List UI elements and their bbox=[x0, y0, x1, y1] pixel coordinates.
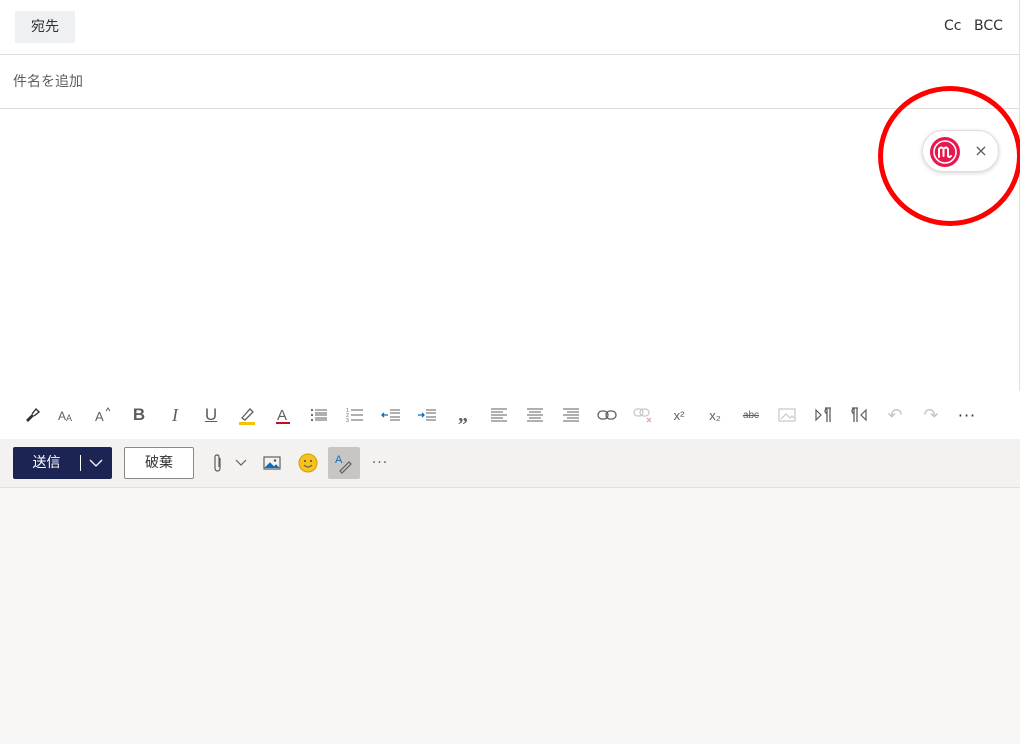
subscript-button[interactable]: x₂ bbox=[703, 403, 727, 427]
action-bar: 送信 破棄 A ··· bbox=[0, 439, 1020, 487]
redo-button[interactable]: ↷ bbox=[919, 403, 943, 427]
to-button[interactable]: 宛先 bbox=[15, 11, 75, 43]
editor-icon: A bbox=[335, 454, 352, 474]
remove-link-icon[interactable] bbox=[631, 403, 655, 427]
font-size-icon[interactable]: AA bbox=[55, 403, 79, 427]
message-body[interactable] bbox=[0, 109, 1020, 391]
attach-chevron-down-icon[interactable] bbox=[229, 451, 253, 475]
svg-text:A: A bbox=[66, 413, 72, 423]
subject-row bbox=[0, 55, 1020, 109]
more-actions-button[interactable]: ··· bbox=[368, 451, 392, 475]
chevron-down-icon[interactable] bbox=[87, 455, 105, 471]
quote-button[interactable]: „ bbox=[451, 403, 475, 427]
compose-pane: 宛先 Cc BCC × AA A B I U bbox=[0, 0, 1020, 488]
grow-font-icon[interactable]: A bbox=[91, 403, 115, 427]
undo-button[interactable]: ↶ bbox=[883, 403, 907, 427]
highlight-icon[interactable] bbox=[235, 403, 259, 427]
attach-icon[interactable] bbox=[206, 451, 230, 475]
addin-logo-icon[interactable] bbox=[930, 137, 960, 167]
link-icon[interactable] bbox=[595, 403, 619, 427]
svg-text:A: A bbox=[58, 409, 66, 423]
underline-button[interactable]: U bbox=[199, 403, 223, 427]
italic-button[interactable]: I bbox=[163, 403, 187, 427]
bullets-icon[interactable] bbox=[307, 403, 331, 427]
ltr-icon[interactable] bbox=[811, 403, 835, 427]
send-divider bbox=[80, 455, 81, 471]
recipients-row: 宛先 Cc BCC bbox=[0, 0, 1020, 55]
increase-indent-icon[interactable] bbox=[415, 403, 439, 427]
svg-text:A: A bbox=[95, 409, 104, 424]
send-button[interactable]: 送信 bbox=[13, 447, 112, 479]
superscript-button[interactable]: x² bbox=[667, 403, 691, 427]
format-toolbar: AA A B I U A 123 „ x² x₂ abc ↶ ↷ ··· bbox=[0, 391, 1020, 439]
cc-button[interactable]: Cc bbox=[944, 18, 961, 34]
svg-text:3: 3 bbox=[346, 418, 349, 423]
emoji-icon[interactable] bbox=[296, 451, 320, 475]
rtl-icon[interactable] bbox=[847, 403, 871, 427]
inline-picture-icon[interactable] bbox=[775, 403, 799, 427]
format-painter-icon[interactable] bbox=[20, 403, 44, 427]
close-icon[interactable]: × bbox=[972, 142, 990, 160]
strikethrough-button[interactable]: abc bbox=[739, 403, 763, 427]
align-left-icon[interactable] bbox=[487, 403, 511, 427]
bcc-button[interactable]: BCC bbox=[974, 18, 1003, 34]
addin-pill[interactable]: × bbox=[922, 130, 999, 172]
more-format-button[interactable]: ··· bbox=[955, 403, 979, 427]
decrease-indent-icon[interactable] bbox=[379, 403, 403, 427]
align-right-icon[interactable] bbox=[559, 403, 583, 427]
insert-picture-icon[interactable] bbox=[260, 451, 284, 475]
subject-input[interactable] bbox=[13, 71, 913, 93]
numbering-icon[interactable]: 123 bbox=[343, 403, 367, 427]
editor-button[interactable]: A bbox=[328, 447, 360, 479]
align-center-icon[interactable] bbox=[523, 403, 547, 427]
send-label[interactable]: 送信 bbox=[13, 447, 80, 479]
discard-button[interactable]: 破棄 bbox=[124, 447, 194, 479]
svg-text:A: A bbox=[277, 407, 287, 424]
bold-button[interactable]: B bbox=[127, 403, 151, 427]
font-color-icon[interactable]: A bbox=[271, 403, 295, 427]
svg-text:A: A bbox=[335, 454, 343, 466]
